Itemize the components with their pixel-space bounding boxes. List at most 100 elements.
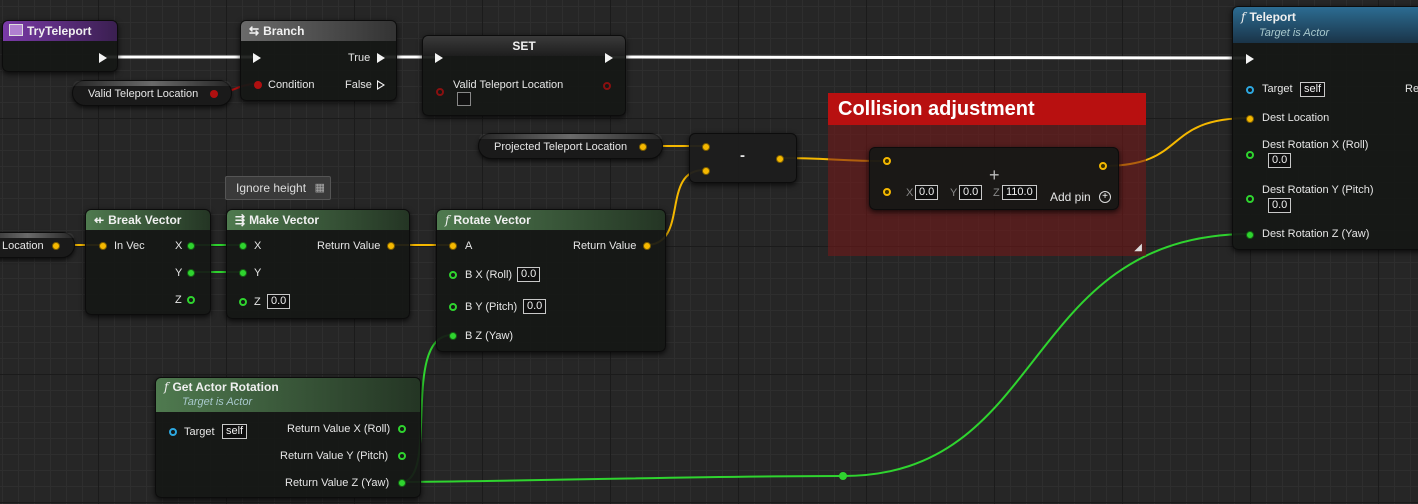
rot-x-label: Dest Rotation X (Roll) — [1262, 139, 1369, 151]
y-value-field[interactable]: 0.0 — [959, 185, 983, 200]
var-valid-teleport-location[interactable]: Valid Teleport Location — [72, 80, 232, 106]
condition-pin[interactable] — [254, 81, 262, 89]
bz-label: B Z (Yaw) — [465, 330, 514, 342]
var-label: Valid Teleport Location — [88, 88, 199, 100]
resize-handle-icon[interactable]: ◢ — [1134, 243, 1142, 253]
node-branch[interactable]: ⇆ Branch True Condition False — [240, 20, 397, 101]
function-f-icon: f — [1241, 10, 1246, 24]
target-value-field[interactable]: self — [1300, 82, 1326, 97]
by-in-pin[interactable] — [449, 303, 457, 311]
y-in-pin[interactable] — [239, 269, 247, 277]
dest-location-pin[interactable] — [1246, 115, 1254, 123]
in-vec-pin[interactable] — [99, 242, 107, 250]
exec-in-pin[interactable] — [435, 53, 443, 63]
x-value-field[interactable]: 0.0 — [915, 185, 939, 200]
target-in-pin[interactable] — [169, 428, 177, 436]
node-header: f Rotate Vector — [437, 210, 665, 230]
comment-title: Collision adjustment — [828, 93, 1146, 125]
exec-wire-set-teleport — [609, 55, 1248, 60]
node-subtract[interactable]: - — [689, 133, 797, 183]
bx-label: B X (Roll) — [465, 269, 513, 281]
b-in-pin[interactable] — [702, 167, 710, 175]
a-in-pin[interactable] — [702, 143, 710, 151]
node-rotate-vector[interactable]: f Rotate Vector A Return Value B X (Roll)… — [436, 209, 666, 352]
a-in-pin[interactable] — [449, 242, 457, 250]
z-value-field[interactable]: 110.0 — [1002, 185, 1037, 200]
result-out-pin[interactable] — [776, 155, 784, 163]
target-value-field[interactable]: self — [222, 424, 248, 439]
bz-in-pin[interactable] — [449, 332, 457, 340]
vector-out-pin[interactable] — [52, 242, 60, 250]
var-projected-teleport-location[interactable]: Projected Teleport Location — [478, 133, 663, 159]
b-in-pin[interactable] — [883, 188, 891, 196]
node-comment-bubble[interactable]: Ignore height ▦ — [225, 176, 331, 200]
y-label: Y — [175, 267, 183, 279]
rot-z-label: Dest Rotation Z (Yaw) — [1262, 228, 1370, 240]
result-out-pin[interactable] — [1099, 162, 1107, 170]
node-header: SET — [423, 36, 625, 56]
target-in-pin[interactable] — [1246, 86, 1254, 94]
rz-out-pin[interactable] — [398, 479, 406, 487]
by-value-field[interactable]: 0.0 — [523, 299, 547, 314]
bool-out-pin[interactable] — [210, 90, 218, 98]
x-out-pin[interactable] — [187, 242, 195, 250]
rot-x-pin[interactable] — [1246, 151, 1254, 159]
bool-out-pin[interactable] — [603, 82, 611, 90]
ry-out-pin[interactable] — [398, 452, 406, 460]
z-out-pin[interactable] — [187, 296, 195, 304]
rx-label: Return Value X (Roll) — [287, 423, 391, 435]
node-teleport[interactable]: f Teleport Target is Actor Target self Re… — [1232, 6, 1418, 250]
z-in-pin[interactable] — [239, 298, 247, 306]
var-location[interactable]: Location — [0, 232, 75, 258]
return-label: Ret — [1405, 83, 1418, 95]
return-out-pin[interactable] — [643, 242, 651, 250]
rot-y-label: Dest Rotation Y (Pitch) — [1262, 184, 1374, 196]
node-subtitle: Target is Actor — [182, 396, 253, 408]
node-title: Break Vector — [108, 213, 182, 227]
node-get-actor-rotation[interactable]: f Get Actor Rotation Target is Actor Targ… — [155, 377, 421, 498]
node-title: Teleport — [1249, 10, 1296, 24]
exec-true-pin[interactable] — [377, 53, 385, 63]
rot-y-value-field[interactable]: 0.0 — [1268, 198, 1292, 213]
node-title: Rotate Vector — [453, 213, 531, 227]
exec-false-pin[interactable] — [377, 80, 385, 90]
node-title: TryTeleport — [27, 24, 92, 38]
node-make-vector[interactable]: ⇶ Make Vector X Y Z 0.0 Return Value — [226, 209, 410, 319]
node-title: Branch — [263, 24, 305, 38]
rot-y-pin[interactable] — [1246, 195, 1254, 203]
a-in-pin[interactable] — [883, 157, 891, 165]
bx-in-pin[interactable] — [449, 271, 457, 279]
return-out-pin[interactable] — [387, 242, 395, 250]
z-label: Z — [993, 187, 1000, 199]
plus-circle-icon[interactable]: + — [1099, 191, 1111, 203]
bool-in-pin[interactable] — [436, 88, 444, 96]
node-header: TryTeleport — [3, 21, 117, 41]
add-pin-label[interactable]: Add pin — [1050, 190, 1091, 204]
x-label: X — [254, 240, 262, 252]
x-label: X — [175, 240, 183, 252]
x-in-pin[interactable] — [239, 242, 247, 250]
bx-value-field[interactable]: 0.0 — [517, 267, 541, 282]
function-f-icon: f — [164, 380, 169, 394]
pin-toggle-icon[interactable]: ▦ — [315, 181, 325, 194]
node-header: f Teleport Target is Actor — [1233, 7, 1418, 43]
node-set[interactable]: SET Valid Teleport Location — [422, 35, 626, 116]
exec-out-pin[interactable] — [605, 53, 613, 63]
rx-out-pin[interactable] — [398, 425, 406, 433]
rot-x-value-field[interactable]: 0.0 — [1268, 153, 1292, 168]
node-add-vector[interactable]: X 0.0 Y 0.0 Z 110.0 + Add pin + — [869, 147, 1119, 210]
z-value-field[interactable]: 0.0 — [267, 294, 291, 309]
vector-out-pin[interactable] — [639, 143, 647, 151]
y-out-pin[interactable] — [187, 269, 195, 277]
exec-in-pin[interactable] — [253, 53, 261, 63]
event-icon — [9, 24, 23, 36]
node-break-vector[interactable]: ⇷ Break Vector In Vec X Y Z — [85, 209, 211, 315]
rot-z-pin[interactable] — [1246, 231, 1254, 239]
z-label: Z — [175, 294, 182, 306]
exec-out-pin[interactable] — [99, 53, 107, 63]
make-struct-icon: ⇶ — [235, 213, 246, 227]
node-try-teleport[interactable]: TryTeleport — [2, 20, 118, 72]
bool-checkbox[interactable] — [457, 92, 471, 106]
a-label: A — [465, 240, 473, 252]
exec-in-pin[interactable] — [1246, 54, 1254, 64]
